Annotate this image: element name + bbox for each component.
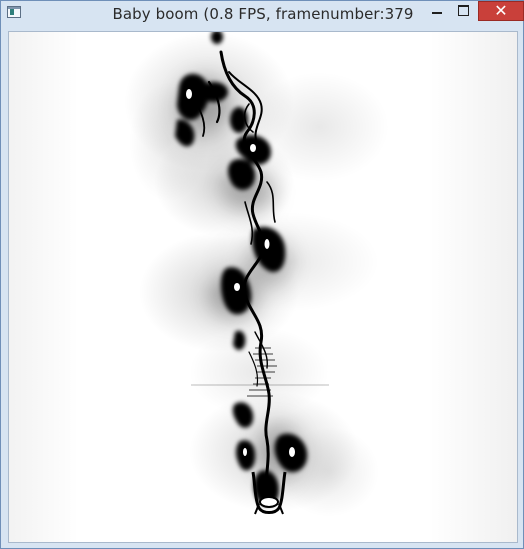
minimize-icon bbox=[432, 12, 442, 14]
minimize-button[interactable] bbox=[423, 1, 450, 21]
maximize-button[interactable] bbox=[450, 1, 476, 21]
app-window-icon[interactable] bbox=[7, 6, 21, 18]
title-bar[interactable]: Baby boom (0.8 FPS, framenumber:379 ✕ bbox=[1, 1, 524, 30]
simulation-viewport[interactable] bbox=[8, 31, 518, 543]
app-window: Baby boom (0.8 FPS, framenumber:379 ✕ bbox=[0, 0, 524, 549]
maximize-icon bbox=[458, 5, 469, 16]
close-button[interactable]: ✕ bbox=[478, 1, 524, 21]
fluid-render bbox=[9, 32, 517, 542]
close-icon: ✕ bbox=[494, 1, 508, 20]
